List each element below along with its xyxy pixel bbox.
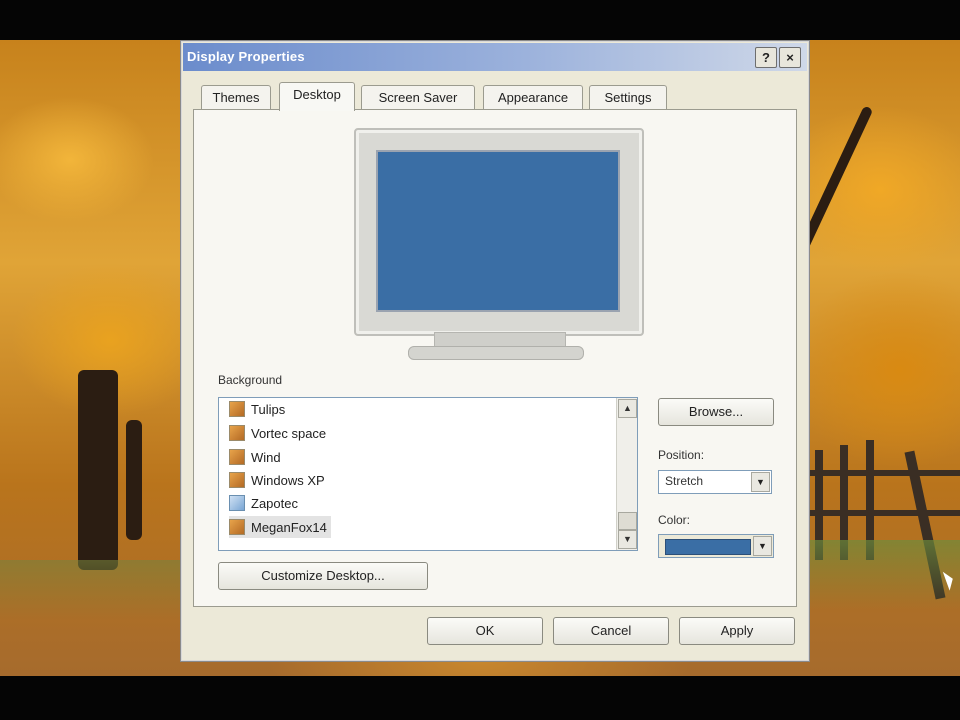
tree-trunk [126, 420, 142, 540]
list-item[interactable]: Wind [229, 446, 281, 468]
jpeg-icon [229, 495, 245, 511]
list-item-label: Vortec space [251, 425, 327, 441]
tree-trunk [78, 370, 118, 570]
browse-button[interactable]: Browse... [658, 398, 774, 426]
bitmap-icon [229, 472, 245, 488]
list-item[interactable]: Windows XP [229, 469, 325, 491]
list-item[interactable]: Zapotec [229, 492, 298, 514]
title-bar[interactable]: Display Properties ? × [183, 43, 807, 71]
fence-rail [810, 470, 960, 476]
list-item[interactable]: Tulips [229, 398, 285, 420]
help-button[interactable]: ? [755, 47, 777, 68]
position-label: Position: [658, 448, 705, 462]
color-swatch [665, 539, 751, 555]
apply-button[interactable]: Apply [679, 617, 795, 645]
grass-patch [810, 540, 960, 610]
bitmap-icon [229, 519, 245, 535]
monitor-preview [354, 128, 644, 336]
tab-screen-saver[interactable]: Screen Saver [361, 85, 475, 110]
color-picker[interactable]: ▼ [658, 534, 774, 558]
background-label: Background [218, 373, 283, 387]
cancel-button[interactable]: Cancel [553, 617, 669, 645]
display-properties-dialog: Display Properties ? × Themes Desktop Sc… [180, 40, 810, 662]
scroll-up-button[interactable]: ▲ [618, 399, 637, 418]
tab-themes[interactable]: Themes [201, 85, 271, 110]
bitmap-icon [229, 449, 245, 465]
customize-desktop-button[interactable]: Customize Desktop... [218, 562, 428, 590]
monitor-base [408, 346, 584, 360]
tab-settings[interactable]: Settings [589, 85, 667, 110]
chevron-down-icon[interactable]: ▼ [751, 472, 770, 492]
bitmap-icon [229, 401, 245, 417]
vertical-scrollbar[interactable]: ▲ ▼ [616, 398, 637, 550]
video-letterbox-top [0, 0, 960, 40]
list-item-label: Wind [251, 449, 281, 465]
close-button[interactable]: × [779, 47, 801, 68]
scroll-thumb[interactable] [618, 512, 637, 530]
monitor-screen-preview [376, 150, 620, 312]
video-letterbox-bottom [0, 676, 960, 720]
fence-rail [810, 510, 960, 516]
position-value: Stretch [665, 474, 704, 488]
list-item-selected[interactable]: MeganFox14 [229, 516, 331, 538]
list-item-label: Zapotec [251, 495, 298, 511]
desktop-tab-panel: Background Tulips Vortec space Wind Wind… [193, 109, 797, 607]
scroll-down-button[interactable]: ▼ [618, 530, 637, 549]
tab-appearance[interactable]: Appearance [483, 85, 583, 110]
color-label: Color: [658, 513, 691, 527]
list-item-label: Tulips [251, 401, 286, 417]
ok-button[interactable]: OK [427, 617, 543, 645]
list-item-label: Windows XP [251, 472, 325, 488]
chevron-down-icon[interactable]: ▼ [753, 536, 772, 556]
list-item[interactable]: Vortec space [229, 422, 326, 444]
list-item-label: MeganFox14 [251, 519, 327, 535]
window-title: Display Properties [187, 49, 305, 64]
tab-desktop[interactable]: Desktop [279, 82, 355, 111]
grass-patch [0, 560, 180, 620]
position-dropdown[interactable]: Stretch ▼ [658, 470, 772, 494]
bitmap-icon [229, 425, 245, 441]
background-list[interactable]: Tulips Vortec space Wind Windows XP Zapo… [218, 397, 638, 551]
